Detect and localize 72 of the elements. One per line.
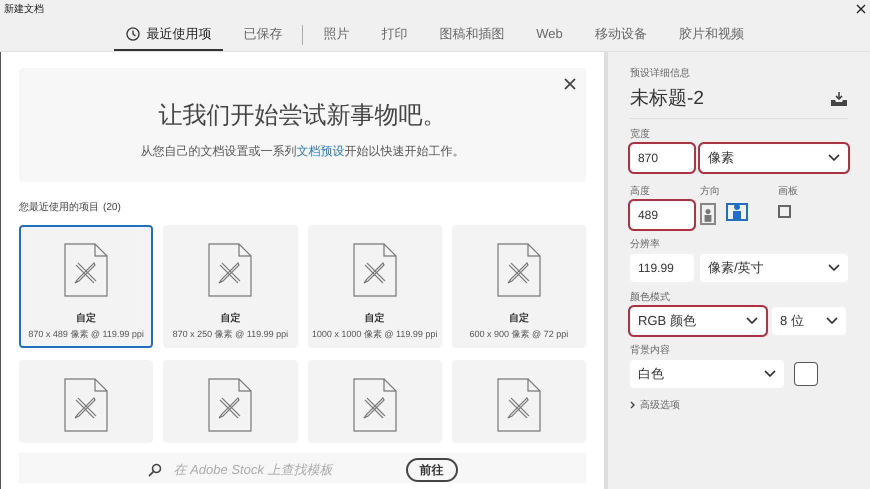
preset-name: 自定 [508, 311, 529, 326]
document-ruler-pencil-icon [496, 378, 541, 432]
search-icon [148, 463, 162, 477]
field-label: 高度 [630, 184, 651, 198]
color-mode-dropdown[interactable]: RGB 颜色 [630, 306, 766, 334]
field-label: 颜色模式 [630, 290, 671, 304]
preset-card[interactable]: 自定 870 x 250 像素 @ 119.99 ppi [163, 225, 298, 348]
preset-card[interactable]: 自定 600 x 900 像素 @ 72 ppi [452, 225, 586, 348]
landscape-orientation-icon[interactable] [726, 202, 748, 220]
tab[interactable]: 移动设备 [582, 18, 659, 51]
tab[interactable]: 照片 [311, 18, 362, 51]
presets-link[interactable]: 文档预设 [296, 144, 344, 158]
tab[interactable]: 已保存 [231, 18, 294, 51]
tab[interactable]: Web [524, 18, 575, 51]
field-label: 方向 [700, 184, 721, 198]
preset-detail: 1000 x 1000 像素 @ 119.99 ppi [312, 328, 438, 341]
width-field[interactable]: 870 [630, 144, 694, 172]
preset-card[interactable] [452, 360, 586, 443]
tab[interactable]: 图稿和插图 [427, 18, 516, 51]
preset-title: 未标题-2 [630, 87, 704, 111]
close-icon[interactable] [564, 78, 576, 90]
close-icon[interactable] [856, 4, 866, 14]
field-label: 预设详细信息 [630, 66, 691, 81]
document-ruler-pencil-icon [208, 378, 252, 432]
preset-name: 自定 [364, 311, 385, 326]
bit-depth-dropdown[interactable]: 8 位 [772, 306, 846, 334]
preset-card[interactable]: 自定 870 x 489 像素 @ 119.99 ppi [19, 225, 154, 348]
tab[interactable]: 最近使用项 [114, 18, 224, 51]
field-label: 宽度 [630, 128, 651, 142]
resolution-field[interactable]: 119.99 [630, 254, 694, 282]
window-title: 新建文档 [4, 2, 44, 16]
artboard-checkbox[interactable] [778, 204, 791, 218]
preset-card[interactable] [163, 360, 298, 443]
tab[interactable]: 胶片和视频 [666, 18, 756, 51]
document-ruler-pencil-icon [496, 243, 541, 297]
preset-card[interactable] [19, 360, 154, 443]
banner-heading: 让我们开始尝试新事物吧。 [158, 101, 446, 131]
preset-name: 自定 [76, 311, 96, 326]
item-count: (20) [103, 201, 121, 215]
chevron-right-icon [630, 401, 636, 409]
resolution-unit-dropdown[interactable]: 像素/英寸 [700, 254, 848, 282]
document-ruler-pencil-icon [352, 378, 397, 432]
document-ruler-pencil-icon [352, 243, 397, 297]
document-ruler-pencil-icon [64, 378, 108, 432]
chevron-down-icon [826, 316, 838, 324]
field-label: 分辨率 [630, 238, 661, 252]
save-preset-icon[interactable] [830, 92, 848, 106]
chevron-down-icon [746, 316, 758, 324]
preset-detail: 600 x 900 像素 @ 72 ppi [470, 328, 568, 341]
go-button[interactable]: 前往 [406, 458, 458, 482]
preset-detail: 870 x 250 像素 @ 119.99 ppi [172, 328, 288, 341]
banner-text: 从您自己的文档设置或一系列文档预设开始以快速开始工作。 [140, 143, 464, 160]
preset-card[interactable] [308, 360, 442, 443]
stock-search-field[interactable]: 在 Adobe Stock 上查找模板 前往 [19, 453, 586, 483]
section-heading: 您最近使用的项目 [19, 200, 99, 215]
height-field[interactable]: 489 [630, 200, 694, 228]
tab[interactable]: 打印 [369, 18, 420, 51]
chevron-down-icon [764, 370, 776, 378]
chevron-down-icon [828, 154, 840, 162]
document-ruler-pencil-icon [208, 243, 252, 297]
portrait-orientation-icon[interactable] [700, 202, 716, 224]
advanced-options-toggle[interactable]: 高级选项 [630, 398, 848, 412]
chevron-down-icon [828, 264, 840, 272]
document-ruler-pencil-icon [64, 243, 108, 297]
field-label: 背景内容 [630, 344, 671, 358]
background-dropdown[interactable]: 白色 [630, 360, 784, 388]
preset-detail: 870 x 489 像素 @ 119.99 ppi [28, 328, 144, 341]
preset-name: 自定 [220, 311, 240, 326]
field-label: 画板 [778, 184, 798, 198]
preset-card[interactable]: 自定 1000 x 1000 像素 @ 119.99 ppi [308, 225, 442, 348]
color-swatch[interactable] [794, 362, 818, 386]
unit-dropdown[interactable]: 像素 [700, 144, 848, 172]
